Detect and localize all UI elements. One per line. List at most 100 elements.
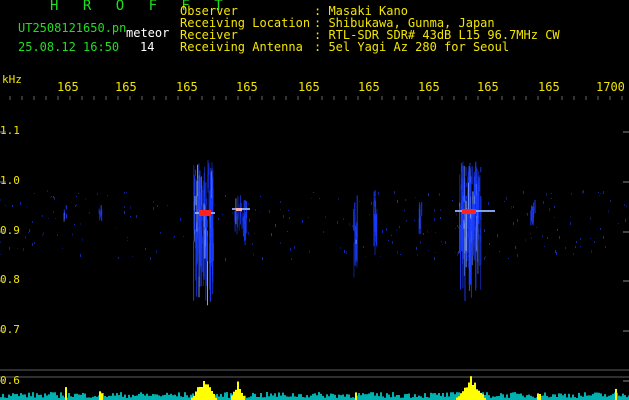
echo-streak [202,212,204,277]
histogram-bar [546,395,548,400]
histogram-bar [537,393,539,400]
histogram-bar [612,393,614,400]
noise-speck [573,253,574,255]
histogram-bar [312,393,314,400]
histogram-bar [52,392,54,400]
noise-speck [440,209,441,211]
histogram-bar [290,396,292,400]
noise-speck [549,208,550,211]
histogram-bar [10,395,12,400]
noise-speck [346,251,347,254]
histogram-bar [450,392,452,400]
noise-speck [598,192,599,193]
histogram-bar [56,395,58,400]
histogram-bar [84,393,86,400]
noise-speck [225,195,226,197]
histogram-bar [272,395,274,400]
histogram-bar [294,396,296,400]
histogram-bar [74,393,76,400]
echo-streak [353,208,354,231]
echo-streak [237,211,239,218]
histogram-bar [268,396,270,400]
histogram-bar [112,393,114,400]
histogram-bar [178,392,180,400]
histogram-bar [168,394,170,400]
echo-streak [63,213,65,222]
histogram-bar [442,393,444,400]
histogram-bar [124,394,126,400]
histogram-bar [610,395,612,400]
histogram-bar [138,393,140,400]
histogram-bar [355,392,357,400]
noise-speck [157,205,158,207]
noise-speck [511,206,512,209]
histogram-bar [280,395,282,400]
echo-streak [193,165,195,197]
histogram-bar [420,396,422,400]
histogram-bar [510,392,512,400]
noise-speck [275,224,276,227]
spectrogram [0,96,629,400]
histogram-bar [30,396,32,400]
noise-speck [590,238,591,239]
echo-streak [475,184,477,196]
histogram-bar [528,394,530,400]
histogram-bar [316,395,318,400]
noise-speck [363,246,364,248]
histogram-bar [184,392,186,400]
echo-streak [374,197,376,207]
noise-speck [543,201,544,204]
histogram-bar [434,393,436,400]
echo-streak [209,227,211,289]
histogram-bar [160,396,162,400]
histogram-bar [211,391,213,400]
noise-speck [497,234,498,237]
histogram-bar [620,396,622,400]
noise-speck [590,217,591,220]
noise-speck [382,230,383,233]
histogram-bar [136,395,138,400]
histogram-bar [520,393,522,400]
histogram-bar [466,387,468,400]
echo-streak [209,192,211,210]
hrofft-spectrogram-screen: H R O F F T UT2508121650.pn meteor 25.08… [0,0,629,400]
noise-speck [415,197,416,198]
noise-speck [626,205,627,207]
noise-speck [508,258,509,259]
histogram-bar [452,392,454,400]
noise-speck [302,220,303,223]
histogram-bar [364,394,366,400]
echo-streak [468,226,470,268]
noise-speck [260,196,261,197]
histogram-bar [241,392,243,400]
noise-speck [489,243,490,245]
echo-streak [418,202,420,219]
echo-streak [212,230,214,283]
noise-speck [9,247,10,250]
histogram-bar [590,395,592,400]
noise-speck [288,210,289,211]
histogram-bar [600,393,602,400]
noise-speck [506,197,507,200]
noise-speck [417,254,418,256]
noise-speck [254,233,255,234]
noise-speck [42,215,43,217]
noise-speck [75,205,76,207]
noise-speck [269,210,270,213]
noise-speck [434,209,435,212]
noise-speck [388,240,389,241]
histogram-bar [522,395,524,400]
histogram-bar [180,396,182,400]
histogram-bar [560,393,562,400]
noise-speck [405,199,406,201]
histogram-bar [346,394,348,400]
histogram-bar [382,396,384,400]
noise-speck [291,258,292,260]
histogram-bar [512,392,514,400]
histogram-bar [68,393,70,400]
noise-speck [580,246,581,247]
histogram-bar [328,396,330,400]
noise-speck [582,191,583,194]
histogram-bar [554,394,556,400]
noise-speck [504,201,505,202]
